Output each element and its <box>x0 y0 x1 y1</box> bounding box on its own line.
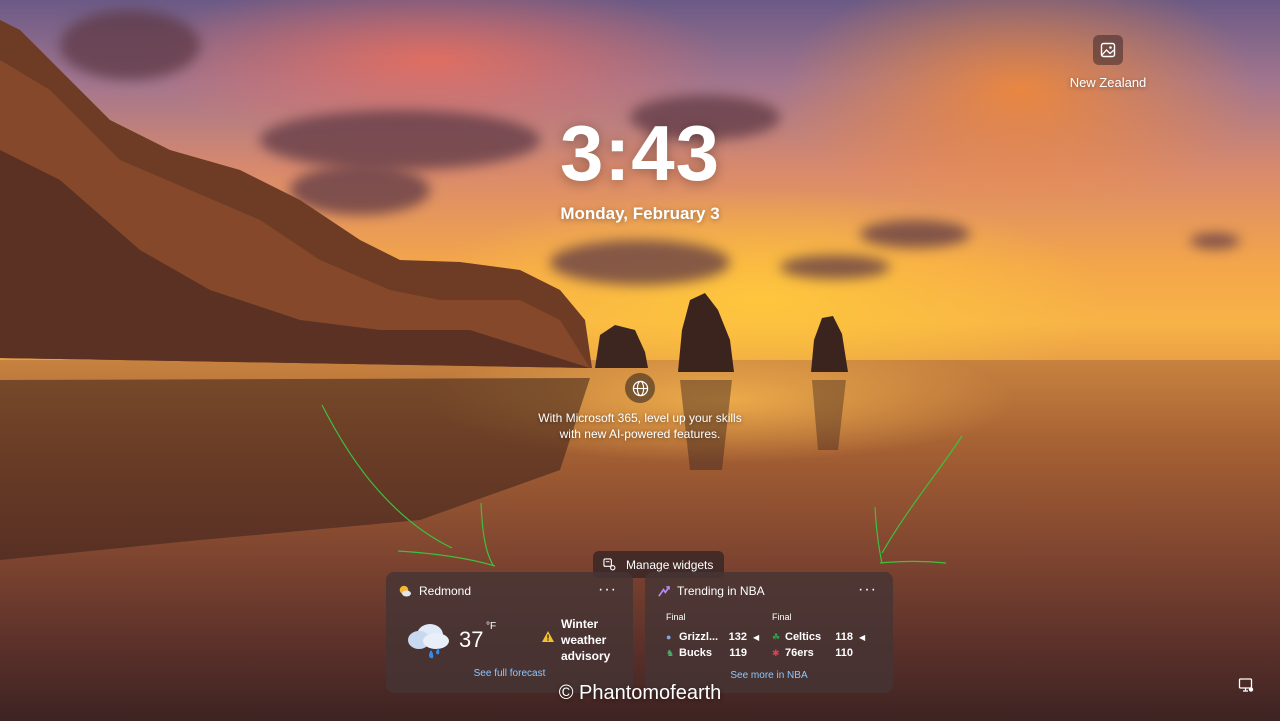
celtics-logo-icon: ☘ <box>772 631 781 642</box>
temperature-unit: °F <box>486 621 497 632</box>
team-row: ● Grizzl... 132 ◀ <box>666 629 759 645</box>
temperature-value: 37 <box>459 627 484 652</box>
bucks-logo-icon: ♞ <box>666 647 675 658</box>
nba-more-button[interactable]: ··· <box>858 581 877 599</box>
weather-widget[interactable]: Redmond ··· 37 °F Winter weather advisor… <box>386 572 633 693</box>
green-annotation-arrows <box>321 404 963 567</box>
weather-advisory[interactable]: Winter weather advisory <box>541 616 621 664</box>
team-name: Bucks <box>679 647 713 659</box>
partly-sunny-icon <box>399 585 411 597</box>
game-status: Final <box>666 612 686 622</box>
grizzlies-logo-icon: ● <box>666 632 672 642</box>
nba-game-2[interactable]: Final ☘ Celtics 118 ◀ ✱ 76ers 110 <box>772 612 865 661</box>
team-score: 110 <box>835 647 853 659</box>
team-row: ☘ Celtics 118 ◀ <box>772 629 865 645</box>
rain-cloud-icon <box>408 624 449 659</box>
warning-icon <box>542 631 554 642</box>
see-full-forecast-link[interactable]: See full forecast <box>386 668 633 679</box>
winner-indicator-icon: ◀ <box>753 632 760 642</box>
nba-widget-title: Trending in NBA <box>677 584 765 598</box>
trending-icon <box>658 585 670 597</box>
team-row: ♞ Bucks 119 <box>666 645 759 661</box>
game-status: Final <box>772 612 792 622</box>
nba-widget[interactable]: Trending in NBA ··· Final ● Grizzl... 13… <box>645 572 893 693</box>
team-name: Celtics <box>785 631 822 643</box>
team-score: 132 <box>728 631 747 643</box>
team-name: Grizzl... <box>679 631 719 643</box>
nba-game-1[interactable]: Final ● Grizzl... 132 ◀ ♞ Bucks 119 <box>666 612 759 661</box>
advisory-text: Winter weather advisory <box>561 617 611 663</box>
network-icon <box>1238 678 1254 692</box>
team-name: 76ers <box>785 647 814 659</box>
team-row: ✱ 76ers 110 <box>772 645 865 661</box>
team-score: 119 <box>729 647 747 659</box>
weather-more-button[interactable]: ··· <box>598 581 617 599</box>
manage-widgets-label: Manage widgets <box>626 557 714 572</box>
winner-indicator-icon: ◀ <box>859 632 866 642</box>
see-more-in-nba-link[interactable]: See more in NBA <box>645 670 893 681</box>
weather-location: Redmond <box>419 584 472 598</box>
copyright-watermark: © Phantomofearth <box>558 682 722 704</box>
team-score: 118 <box>835 631 853 643</box>
76ers-logo-icon: ✱ <box>772 647 780 658</box>
widgets-settings-icon <box>603 558 616 571</box>
network-status-button[interactable] <box>1238 677 1254 698</box>
